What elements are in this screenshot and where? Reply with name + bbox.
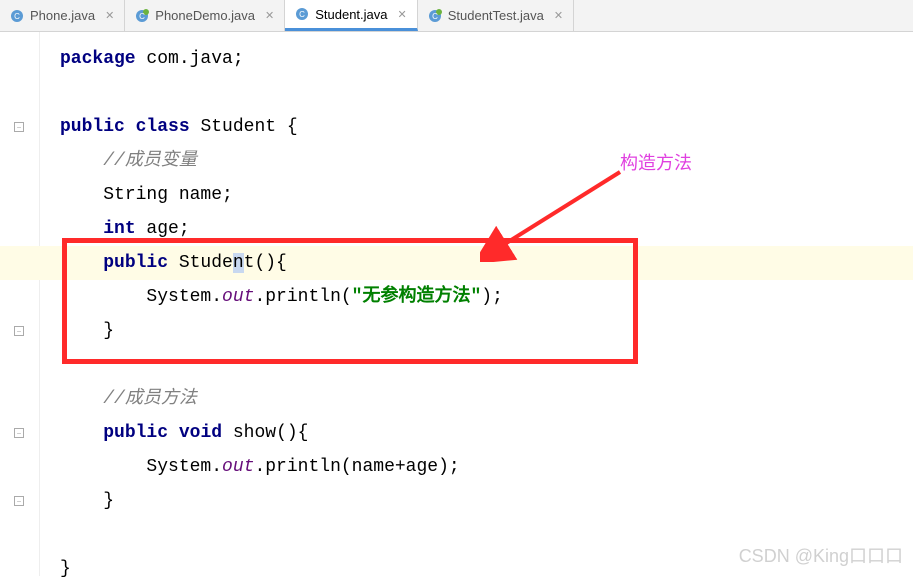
tab-label: Phone.java (30, 8, 95, 23)
tab-phonedemo[interactable]: C PhoneDemo.java ✕ (125, 0, 285, 31)
code-line: System.out.println(name+age); (60, 450, 913, 484)
fold-marker[interactable] (14, 496, 24, 506)
svg-text:C: C (139, 12, 145, 21)
tab-student[interactable]: C Student.java ✕ (285, 0, 418, 31)
close-icon[interactable]: ✕ (554, 9, 563, 22)
code-line: int age; (60, 212, 913, 246)
svg-text:C: C (14, 12, 20, 21)
tab-label: PhoneDemo.java (155, 8, 255, 23)
code-line-highlighted: public Student(){ (0, 246, 913, 280)
code-line: System.out.println("无参构造方法"); (60, 280, 913, 314)
code-line: } (60, 314, 913, 348)
code-line (60, 76, 913, 110)
editor-tabbar: C Phone.java ✕ C PhoneDemo.java ✕ C Stud… (0, 0, 913, 32)
gutter[interactable] (0, 32, 40, 576)
close-icon[interactable]: ✕ (265, 9, 274, 22)
code-area[interactable]: package com.java; public class Student {… (40, 32, 913, 576)
annotation-label: 构造方法 (620, 146, 692, 180)
code-line: String name; (60, 178, 913, 212)
tab-studenttest[interactable]: C StudentTest.java ✕ (418, 0, 574, 31)
code-line (60, 348, 913, 382)
fold-marker[interactable] (14, 428, 24, 438)
fold-marker[interactable] (14, 122, 24, 132)
tab-label: Student.java (315, 7, 387, 22)
tab-label: StudentTest.java (448, 8, 544, 23)
watermark: CSDN @King口口口 (739, 542, 903, 568)
java-file-icon: C (10, 9, 24, 23)
code-line: } (60, 484, 913, 518)
java-file-icon: C (135, 9, 149, 23)
fold-marker[interactable] (14, 326, 24, 336)
java-file-icon: C (428, 9, 442, 23)
code-line: //成员方法 (60, 382, 913, 416)
code-line: package com.java; (60, 42, 913, 76)
close-icon[interactable]: ✕ (105, 9, 114, 22)
svg-text:C: C (299, 10, 305, 19)
java-file-icon: C (295, 7, 309, 21)
code-line: public class Student { (60, 110, 913, 144)
code-line: //成员变量 (60, 144, 913, 178)
tab-phone[interactable]: C Phone.java ✕ (0, 0, 125, 31)
code-line: public void show(){ (60, 416, 913, 450)
editor: package com.java; public class Student {… (0, 32, 913, 576)
svg-text:C: C (432, 12, 438, 21)
close-icon[interactable]: ✕ (398, 8, 407, 21)
